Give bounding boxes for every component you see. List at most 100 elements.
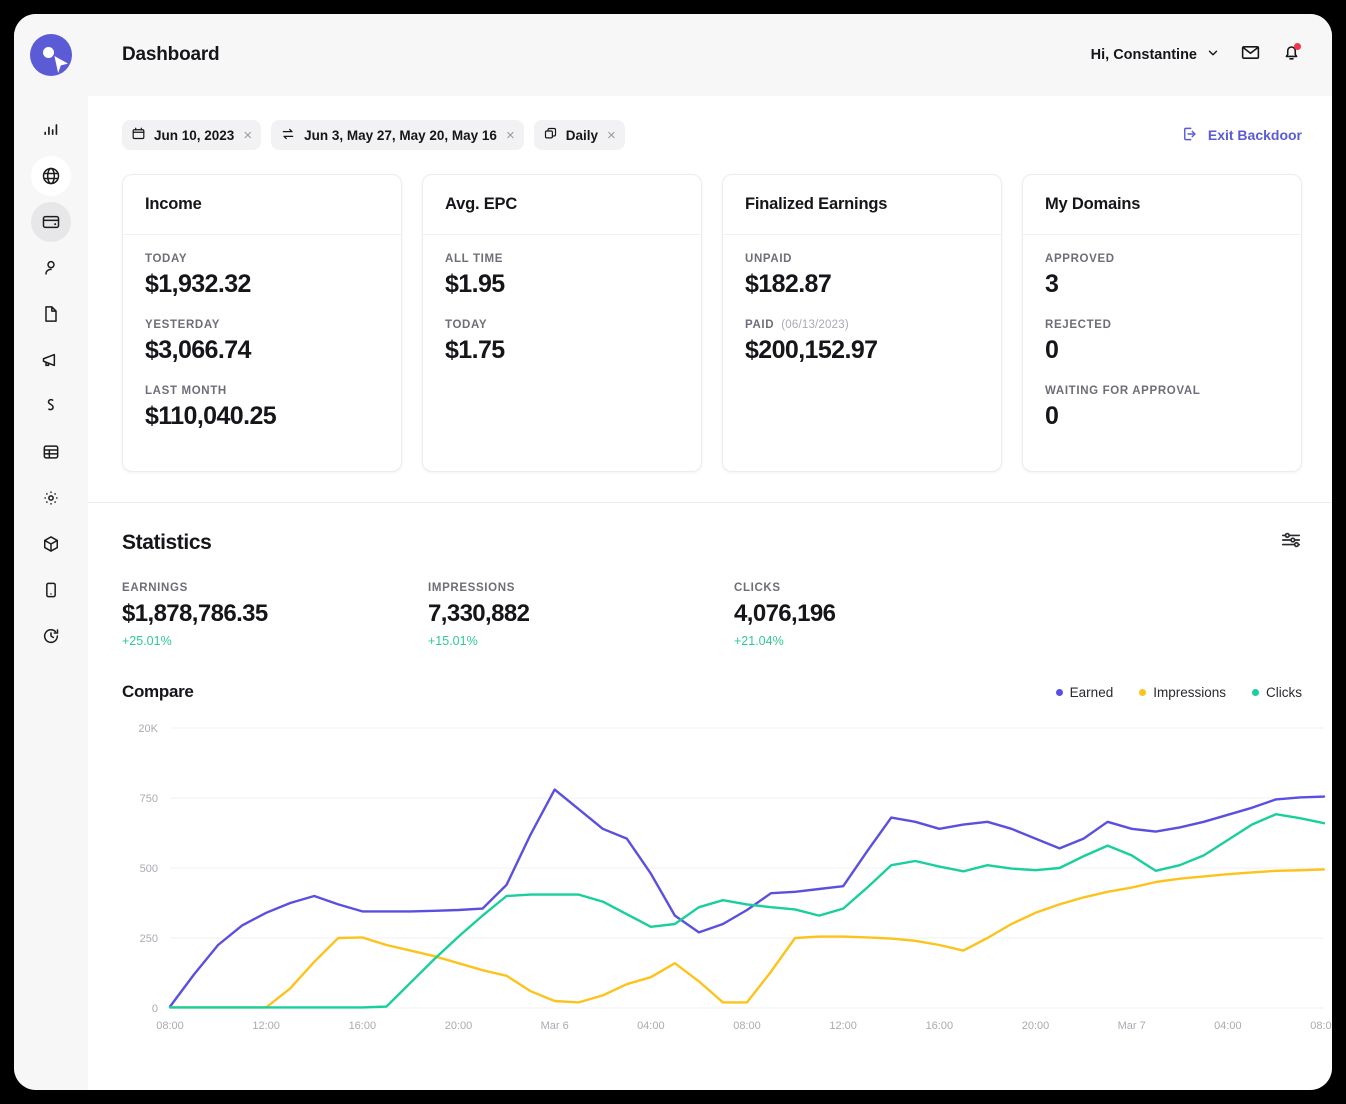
filter-chip-date[interactable]: Jun 10, 2023 × <box>122 120 262 150</box>
metric-row: TODAY $1.75 <box>445 319 679 365</box>
chart-x-tick: 20:00 <box>444 1020 473 1032</box>
card-income: Income TODAY $1,932.32 YESTERDAY $3,066.… <box>122 174 402 472</box>
stat-clicks: CLICKS 4,076,196 +21.04% <box>734 582 1040 648</box>
card-body: ALL TIME $1.95 TODAY $1.75 <box>423 235 701 387</box>
sidebar-item-documents[interactable] <box>31 294 71 334</box>
sidebar-item-profile[interactable] <box>31 248 71 288</box>
close-icon[interactable]: × <box>505 128 515 143</box>
stat-earnings: EARNINGS $1,878,786.35 +25.01% <box>122 582 428 648</box>
layers-icon <box>543 126 558 144</box>
filter-chips: Jun 10, 2023 × Jun 3, May 27, May 20, Ma… <box>122 120 625 150</box>
credit-card-icon <box>41 212 61 232</box>
legend-item-clicks[interactable]: Clicks <box>1252 685 1302 700</box>
sidebar-item-history[interactable] <box>31 616 71 656</box>
chart-canvas: 0 250 500 750 20K <box>138 723 1326 1015</box>
chart-y-tick: 500 <box>140 863 158 875</box>
filter-chip-date-label: Jun 10, 2023 <box>154 127 235 143</box>
messages-button[interactable] <box>1240 42 1261 68</box>
sidebar-item-products[interactable] <box>31 524 71 564</box>
stat-label: EARNINGS <box>122 582 188 594</box>
chart-x-tick: 16:00 <box>348 1020 377 1032</box>
chart-x-tick: 12:00 <box>829 1020 857 1032</box>
sidebar-item-payments[interactable] <box>31 202 71 242</box>
metric-label: YESTERDAY <box>145 319 379 331</box>
metric-value: $3,066.74 <box>145 336 251 364</box>
chart-x-axis: 08:00 12:00 16:00 20:00 Mar 6 04:00 08:00 12:00… <box>122 1020 1332 1038</box>
metric-row: ALL TIME $1.95 <box>445 253 679 299</box>
user-menu[interactable]: Hi, Constantine <box>1091 46 1220 65</box>
card-finalized-earnings: Finalized Earnings UNPAID $182.87 PAID (… <box>722 174 1002 472</box>
stat-label: IMPRESSIONS <box>428 582 516 594</box>
chart-x-tick: Mar 6 <box>540 1020 569 1032</box>
statistics-metrics: EARNINGS $1,878,786.35 +25.01% IMPRESSIO… <box>122 582 1302 648</box>
metric-row: REJECTED 0 <box>1045 319 1279 365</box>
exit-icon <box>1181 125 1199 146</box>
globe-icon <box>41 166 61 186</box>
legend-item-impressions[interactable]: Impressions <box>1139 685 1226 700</box>
sidebar-item-offers[interactable] <box>31 386 71 426</box>
metric-row: TODAY $1,932.32 <box>145 253 379 299</box>
metric-value: $110,040.25 <box>145 402 277 430</box>
stat-impressions: IMPRESSIONS 7,330,882 +15.01% <box>428 582 734 648</box>
exit-backdoor-button[interactable]: Exit Backdoor <box>1181 125 1302 146</box>
metric-label: ALL TIME <box>445 253 679 265</box>
legend-label: Clicks <box>1266 684 1302 700</box>
card-my-domains: My Domains APPROVED 3 REJECTED 0 WAITING… <box>1022 174 1302 472</box>
cursor-circle-logo <box>30 34 72 76</box>
metric-value: 0 <box>1045 336 1059 364</box>
statistics-settings-button[interactable] <box>1280 529 1302 556</box>
chart-x-tick: 12:00 <box>252 1020 280 1032</box>
metric-value: $1,932.32 <box>145 270 251 298</box>
sidebar <box>14 14 88 1090</box>
legend-dot-clicks <box>1252 688 1259 696</box>
box-icon <box>41 534 61 554</box>
metric-label: APPROVED <box>1045 253 1279 265</box>
chart-x-tick: 04:00 <box>637 1020 665 1032</box>
sidebar-item-globe[interactable] <box>31 156 71 196</box>
app-logo[interactable] <box>14 14 88 96</box>
metric-label: UNPAID <box>745 253 979 265</box>
sidebar-item-settings[interactable] <box>31 478 71 518</box>
card-title: Income <box>123 175 401 235</box>
chart-x-tick: 04:00 <box>1214 1020 1242 1032</box>
metric-value: $182.87 <box>745 270 832 298</box>
chart-x-tick: 16:00 <box>925 1020 954 1032</box>
metric-label: REJECTED <box>1045 319 1279 331</box>
filter-chip-granularity[interactable]: Daily × <box>533 120 625 150</box>
chart-x-tick: 08:00 <box>733 1020 761 1032</box>
chart-x-tick: 20:00 <box>1021 1020 1050 1032</box>
metric-value: 0 <box>1045 402 1059 430</box>
logo-cursor <box>54 56 68 73</box>
sidebar-item-reports[interactable] <box>31 432 71 472</box>
filter-chip-compare[interactable]: Jun 3, May 27, May 20, May 16 × <box>271 120 524 150</box>
sidebar-item-mobile[interactable] <box>31 570 71 610</box>
metric-label-text: ALL TIME <box>445 253 504 265</box>
metric-label: LAST MONTH <box>145 385 379 397</box>
app-window: Dashboard Hi, Constantine Jun 10, 2023 ×… <box>14 14 1332 1090</box>
metric-label-text: LAST MONTH <box>145 385 227 397</box>
sidebar-item-campaigns[interactable] <box>31 340 71 380</box>
legend-dot-earned <box>1055 688 1063 696</box>
chart-x-tick: 08:00 <box>156 1020 184 1032</box>
close-icon[interactable]: × <box>606 128 616 143</box>
card-body: APPROVED 3 REJECTED 0 WAITING FOR APPROV… <box>1023 235 1301 453</box>
notifications-button[interactable] <box>1281 42 1302 68</box>
statistics-header: Statistics <box>122 529 1302 556</box>
metric-label: PAID (06/13/2023) <box>745 319 979 331</box>
metric-label-text: REJECTED <box>1045 319 1112 331</box>
logo-inner-dot <box>43 47 54 58</box>
legend-item-earned[interactable]: Earned <box>1055 685 1113 700</box>
sliders-icon <box>1280 532 1302 555</box>
chart-line-earned <box>168 788 1326 1008</box>
close-icon[interactable]: × <box>242 128 252 143</box>
compare-arrows-icon <box>280 126 296 145</box>
metric-row: YESTERDAY $3,066.74 <box>145 319 379 365</box>
user-icon <box>41 258 61 278</box>
sidebar-item-analytics[interactable] <box>31 110 71 150</box>
chart-x-tick: 08:00 <box>1310 1020 1332 1032</box>
calendar-icon <box>131 126 146 144</box>
metric-label-text: YESTERDAY <box>145 319 221 331</box>
stat-delta: +21.04% <box>734 634 784 648</box>
chart-y-tick: 750 <box>140 793 158 805</box>
compare-title: Compare <box>122 682 194 701</box>
